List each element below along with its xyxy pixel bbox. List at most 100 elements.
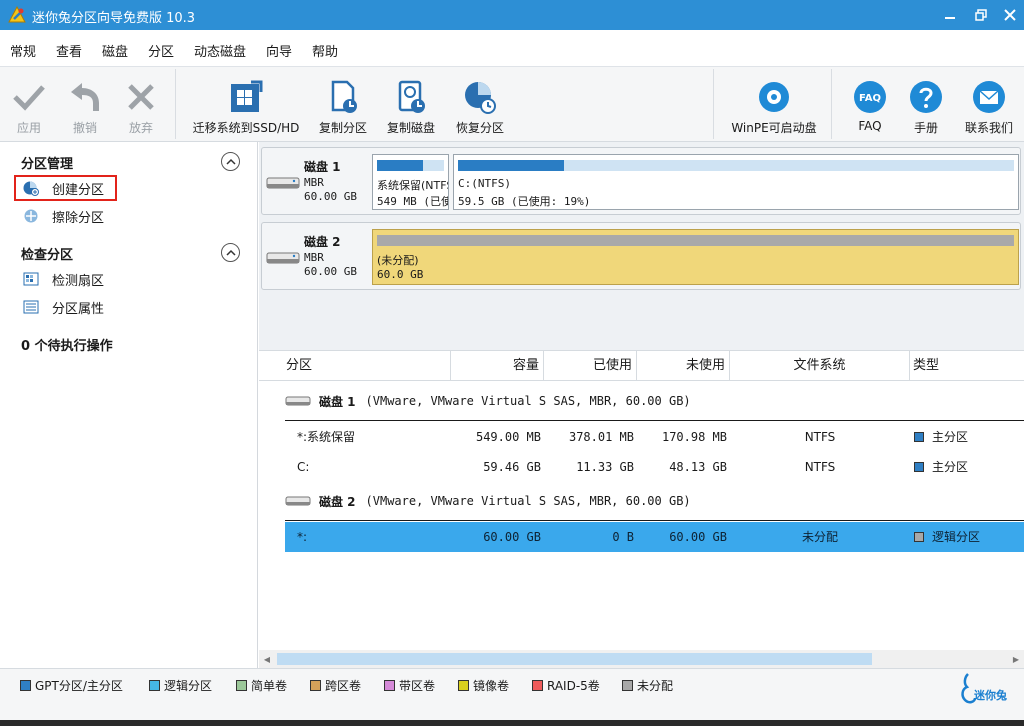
type-color-swatch — [914, 532, 924, 542]
create-partition-item[interactable]: 创建分区 — [14, 175, 117, 201]
menu-disk[interactable]: 磁盘 — [102, 41, 128, 60]
disk2-info: 磁盘 2 MBR 60.00 GB — [262, 223, 370, 289]
menu-view[interactable]: 查看 — [56, 41, 82, 60]
scroll-right-arrow-icon[interactable]: ▶ — [1010, 653, 1022, 665]
wipe-partition-item[interactable]: 擦除分区 — [22, 205, 104, 227]
close-button[interactable] — [997, 4, 1023, 26]
disk-map: 磁盘 1 MBR 60.00 GB 系统保留(NTFS) 549 MB (已使用… — [259, 142, 1024, 350]
recover-partition-icon — [462, 79, 498, 115]
table-row[interactable]: *:系统保留 549.00 MB 378.01 MB 170.98 MB NTF… — [285, 422, 1024, 452]
menu-wizard[interactable]: 向导 — [266, 41, 292, 60]
table-row[interactable]: C: 59.46 GB 11.33 GB 48.13 GB NTFS 主分区 — [285, 452, 1024, 482]
hard-drive-icon — [266, 252, 300, 264]
title-bar: 迷你兔分区向导免费版 10.3 — [0, 0, 1024, 30]
x-icon — [123, 79, 159, 115]
col-header-capacity[interactable]: 容量 — [451, 351, 544, 381]
maximize-button[interactable] — [968, 4, 994, 26]
bottom-border — [0, 720, 1024, 726]
properties-list-icon — [22, 298, 40, 316]
svg-text:FAQ: FAQ — [859, 93, 881, 104]
surface-test-item[interactable]: 检测扇区 — [22, 268, 104, 290]
col-header-filesystem[interactable]: 文件系统 — [730, 351, 910, 381]
undo-arrow-icon — [67, 79, 103, 115]
copy-partition-button[interactable]: 复制分区 — [314, 67, 372, 141]
scroll-left-arrow-icon[interactable]: ◀ — [261, 653, 273, 665]
disk-map-row-disk1[interactable]: 磁盘 1 MBR 60.00 GB 系统保留(NTFS) 549 MB (已使用… — [261, 147, 1021, 215]
legend-swatch — [20, 680, 31, 691]
col-header-type[interactable]: 类型 — [910, 351, 1024, 381]
legend-item: 带区卷 — [384, 677, 435, 694]
check-icon — [11, 79, 47, 115]
usage-bar-fill — [458, 160, 564, 171]
pending-operations-count: 0 个待执行操作 — [21, 339, 113, 354]
copy-disk-button[interactable]: 复制磁盘 — [382, 67, 440, 141]
surface-test-icon — [22, 270, 40, 288]
legend-bar: GPT分区/主分区 逻辑分区 简单卷 跨区卷 带区卷 镜像卷 RAID-5卷 未… — [0, 668, 1024, 726]
menu-dynamic-disk[interactable]: 动态磁盘 — [194, 41, 246, 60]
recover-partition-button[interactable]: 恢复分区 — [451, 67, 509, 141]
apply-button[interactable]: 应用 — [10, 67, 48, 141]
chevron-up-icon — [225, 158, 236, 165]
wipe-partition-icon — [22, 207, 40, 225]
minimize-button[interactable] — [937, 4, 963, 26]
discard-button[interactable]: 放弃 — [122, 67, 160, 141]
partition-block-unallocated[interactable]: (未分配) 60.0 GB — [372, 229, 1019, 285]
disc-icon — [756, 79, 792, 115]
menu-help[interactable]: 帮助 — [312, 41, 338, 60]
migrate-os-icon — [228, 79, 264, 115]
partition-block-system-reserved[interactable]: 系统保留(NTFS) 549 MB (已使用: 68%) — [372, 154, 449, 210]
winpe-bootable-button[interactable]: WinPE可启动盘 — [728, 67, 820, 141]
table-disk2-header[interactable]: 磁盘 2 (VMware, VMware Virtual S SAS, MBR,… — [285, 490, 691, 512]
divider — [285, 420, 1024, 421]
operations-panel: 分区管理 创建分区 擦除分区 检查分区 检测扇区 分区属性 0 个待执行操作 — [0, 142, 258, 668]
hard-drive-icon — [285, 496, 311, 506]
scrollbar-thumb[interactable] — [277, 653, 872, 665]
legend-item: 跨区卷 — [310, 677, 361, 694]
contact-us-button[interactable]: 联系我们 — [960, 67, 1018, 141]
col-header-unused[interactable]: 未使用 — [637, 351, 730, 381]
horizontal-scrollbar[interactable]: ◀ ▶ — [259, 650, 1024, 668]
collapse-check-partition-button[interactable] — [221, 243, 240, 262]
faq-button[interactable]: FAQ FAQ — [848, 67, 892, 141]
collapse-partition-management-button[interactable] — [221, 152, 240, 171]
menu-bar: 常规 查看 磁盘 分区 动态磁盘 向导 帮助 — [0, 30, 1024, 66]
disk-map-row-disk2[interactable]: 磁盘 2 MBR 60.00 GB (未分配) 60.0 GB — [261, 222, 1021, 290]
copy-partition-icon — [325, 79, 361, 115]
col-header-partition[interactable]: 分区 — [259, 351, 451, 381]
legend-item: 镜像卷 — [458, 677, 509, 694]
migrate-os-button[interactable]: 迁移系统到SSD/HD — [190, 67, 302, 141]
partition-properties-item[interactable]: 分区属性 — [22, 296, 104, 318]
toolbar-separator — [175, 69, 176, 139]
partition-block-c[interactable]: C:(NTFS) 59.5 GB (已使用: 19%) — [453, 154, 1019, 210]
faq-icon: FAQ — [852, 79, 888, 115]
undo-button[interactable]: 撤销 — [66, 67, 104, 141]
divider — [285, 520, 1024, 521]
legend-swatch — [384, 680, 395, 691]
table-header: 分区 容量 已使用 未使用 文件系统 类型 — [259, 351, 1024, 381]
legend-item: 未分配 — [622, 677, 673, 694]
hard-drive-icon — [285, 396, 311, 406]
group-partition-management: 分区管理 — [21, 157, 74, 172]
menu-partition[interactable]: 分区 — [148, 41, 174, 60]
legend-swatch — [532, 680, 543, 691]
legend-item: 逻辑分区 — [149, 677, 212, 694]
disk1-info: 磁盘 1 MBR 60.00 GB — [262, 148, 370, 214]
legend-item: GPT分区/主分区 — [20, 677, 123, 694]
toolbar-separator — [713, 69, 714, 139]
hard-drive-icon — [266, 177, 300, 189]
window-title: 迷你兔分区向导免费版 10.3 — [32, 11, 196, 26]
brand-logo: 迷你兔 — [958, 672, 1018, 708]
table-row[interactable]: *: 60.00 GB 0 B 60.00 GB 未分配 逻辑分区 — [285, 522, 1024, 552]
toolbar-separator — [831, 69, 832, 139]
legend-swatch — [458, 680, 469, 691]
type-color-swatch — [914, 432, 924, 442]
toolbar: 应用 撤销 放弃 迁移系统到SSD/HD 复制分区 复制磁盘 恢复分区 WinP… — [0, 66, 1024, 142]
menu-general[interactable]: 常规 — [10, 41, 36, 60]
table-disk1-header[interactable]: 磁盘 1 (VMware, VMware Virtual S SAS, MBR,… — [285, 390, 691, 412]
group-check-partition: 检查分区 — [21, 248, 74, 263]
legend-swatch — [149, 680, 160, 691]
col-header-used[interactable]: 已使用 — [544, 351, 637, 381]
legend-swatch — [310, 680, 321, 691]
legend-item: RAID-5卷 — [532, 677, 600, 694]
manual-button[interactable]: 手册 — [904, 67, 948, 141]
